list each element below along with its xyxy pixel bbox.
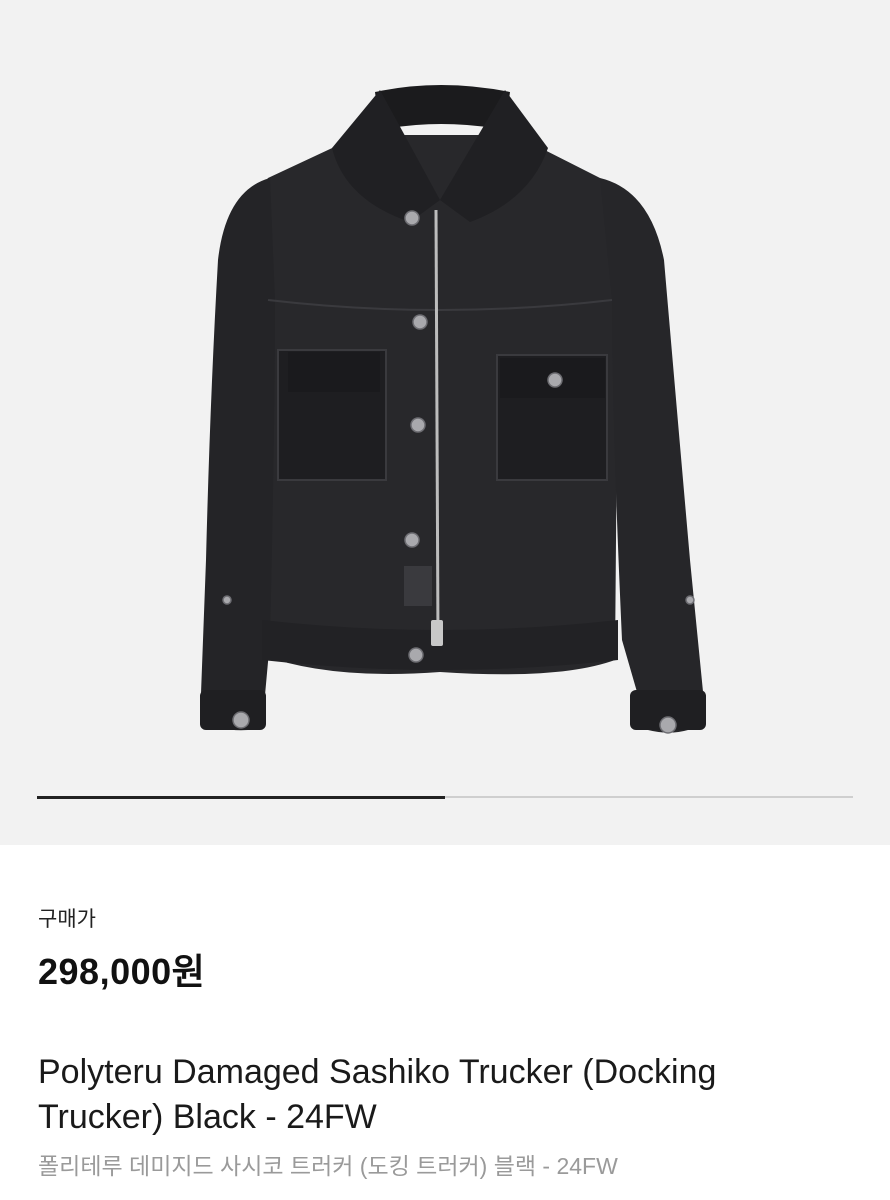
gallery-progress-track bbox=[37, 795, 853, 799]
gallery-progress-fill bbox=[37, 795, 445, 799]
product-image-gallery[interactable] bbox=[0, 0, 890, 845]
product-title-en: Polyteru Damaged Sashiko Trucker (Dockin… bbox=[38, 1053, 717, 1136]
product-info: 구매가 298,000원 Polyteru Damaged Sashiko Tr… bbox=[0, 845, 890, 1200]
zipper-pull bbox=[431, 620, 443, 646]
price-value: 298,000원 bbox=[38, 951, 206, 992]
jacket-patch bbox=[404, 566, 432, 606]
product-photo[interactable] bbox=[0, 0, 890, 790]
price-label: 구매가 bbox=[38, 908, 96, 931]
jacket-pocket-flap-left bbox=[288, 352, 380, 392]
product-title-ko: 폴리테루 데미지드 사시코 트러커 (도킹 트러커) 블랙 - 24FW bbox=[38, 1153, 618, 1179]
jacket-cuff-left bbox=[200, 690, 266, 730]
jacket-zipper bbox=[434, 209, 440, 641]
